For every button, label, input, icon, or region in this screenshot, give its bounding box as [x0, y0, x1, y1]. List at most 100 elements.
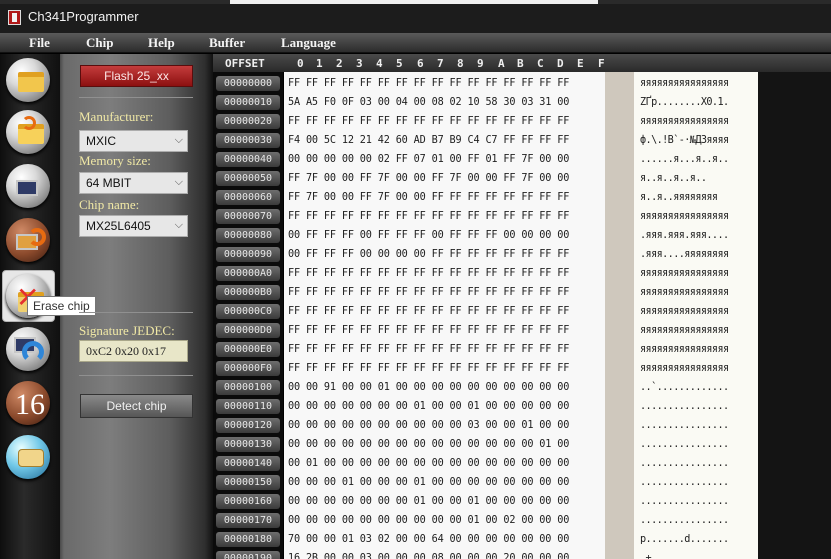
column-header-D: D	[557, 57, 564, 70]
flash-type-button[interactable]: Flash 25_xx	[80, 65, 193, 87]
menu-file[interactable]: File	[29, 35, 50, 51]
hex-row[interactable]: FF FF FF FF FF FF FF FF FF FF FF FF FF F…	[288, 209, 608, 224]
ascii-row[interactable]: яяяяяяяяяяяяяяяя	[640, 342, 758, 357]
manufacturer-select[interactable]: MXIC ⌵	[79, 130, 188, 152]
offset-cell: 00000100	[216, 380, 280, 395]
hex-row[interactable]: FF FF FF FF FF FF FF FF FF FF FF FF FF F…	[288, 304, 608, 319]
ascii-row[interactable]: яяяяяяяяяяяяяяяя	[640, 361, 758, 376]
column-header-B: B	[517, 57, 524, 70]
hex-row[interactable]: 00 00 00 00 00 00 00 00 00 00 03 00 00 0…	[288, 418, 608, 433]
hex-row[interactable]: 70 00 00 01 03 02 00 00 64 00 00 00 00 0…	[288, 532, 608, 547]
column-header-9: 9	[477, 57, 484, 70]
column-header-2: 2	[336, 57, 343, 70]
hex-row[interactable]: 16 2B 00 00 03 00 00 00 08 00 00 00 20 0…	[288, 551, 608, 559]
menu-buffer[interactable]: Buffer	[209, 35, 245, 51]
hex-row[interactable]: 00 01 00 00 00 00 00 00 00 00 00 00 00 0…	[288, 456, 608, 471]
divider	[79, 97, 193, 98]
ascii-row[interactable]: ф.\.!B`-·№ДЗяяяя	[640, 133, 758, 148]
hex-row[interactable]: 00 00 00 00 00 00 00 01 00 00 01 00 00 0…	[288, 399, 608, 414]
hex-row[interactable]: FF FF FF FF FF FF FF FF FF FF FF FF FF F…	[288, 76, 608, 91]
ascii-row[interactable]: ZҐр........X0.1.	[640, 95, 758, 110]
ascii-row[interactable]: яяяяяяяяяяяяяяяя	[640, 76, 758, 91]
ascii-row[interactable]: p.......d.......	[640, 532, 758, 547]
divider	[79, 375, 193, 376]
chip-name-label: Chip name:	[79, 197, 140, 212]
ascii-row[interactable]: яяяяяяяяяяяяяяяя	[640, 285, 758, 300]
ascii-row[interactable]: ................	[640, 456, 758, 471]
offset-cell: 000000C0	[216, 304, 280, 319]
ascii-row[interactable]: яяяяяяяяяяяяяяяя	[640, 114, 758, 129]
hex-row[interactable]: 00 00 00 00 00 02 FF 07 01 00 FF 01 FF 7…	[288, 152, 608, 167]
hex-row[interactable]: FF FF FF FF FF FF FF FF FF FF FF FF FF F…	[288, 323, 608, 338]
ascii-row[interactable]: ................	[640, 494, 758, 509]
menu-help[interactable]: Help	[148, 35, 175, 51]
ascii-row[interactable]: яяяяяяяяяяяяяяяя	[640, 266, 758, 281]
hex-row[interactable]: FF FF FF FF FF FF FF FF FF FF FF FF FF F…	[288, 266, 608, 281]
read-chip-button[interactable]	[4, 162, 52, 210]
offset-cell: 00000160	[216, 494, 280, 509]
ascii-row[interactable]: яяяяяяяяяяяяяяяя	[640, 209, 758, 224]
manufacturer-value: MXIC	[86, 134, 116, 148]
app-icon	[8, 10, 21, 25]
ascii-row[interactable]: ......я...я..я..	[640, 152, 758, 167]
menu-language[interactable]: Language	[281, 35, 336, 51]
column-header-7: 7	[437, 57, 444, 70]
detect-chip-button[interactable]: Detect chip	[80, 394, 193, 418]
ascii-row[interactable]: .яяя....яяяяяяяя	[640, 247, 758, 262]
hex-separator	[605, 72, 634, 559]
ascii-row[interactable]: ................	[640, 399, 758, 414]
hex-row[interactable]: 00 00 00 00 00 00 00 00 00 00 00 00 00 0…	[288, 437, 608, 452]
hex-row[interactable]: 00 00 00 00 00 00 00 00 00 00 01 00 02 0…	[288, 513, 608, 528]
manufacturer-label: Manufacturer:	[79, 109, 154, 124]
offset-cell: 00000020	[216, 114, 280, 129]
ascii-row[interactable]: яяяяяяяяяяяяяяяя	[640, 323, 758, 338]
offset-cell: 000000D0	[216, 323, 280, 338]
hex-row[interactable]: FF FF FF FF FF FF FF FF FF FF FF FF FF F…	[288, 342, 608, 357]
hex-row[interactable]: F4 00 5C 12 21 42 60 AD B7 B9 C4 C7 FF F…	[288, 133, 608, 148]
offset-cell: 00000180	[216, 532, 280, 547]
ascii-row[interactable]: ................	[640, 513, 758, 528]
script-button[interactable]	[4, 433, 52, 481]
divider	[79, 312, 193, 313]
offset-cell: 00000090	[216, 247, 280, 262]
hex-row[interactable]: FF 7F 00 00 FF 7F 00 00 FF FF FF FF FF F…	[288, 190, 608, 205]
window-title: Ch341Programmer	[28, 9, 139, 24]
hex-row[interactable]: FF FF FF FF FF FF FF FF FF FF FF FF FF F…	[288, 114, 608, 129]
ascii-row[interactable]: ................	[640, 437, 758, 452]
offset-cell: 00000130	[216, 437, 280, 452]
hex-mode-button[interactable]: 16	[4, 379, 52, 427]
column-header-0: 0	[297, 57, 304, 70]
memory-size-select[interactable]: 64 MBIT ⌵	[79, 172, 188, 194]
ascii-row[interactable]: ................	[640, 475, 758, 490]
hex-row[interactable]: 00 00 00 01 00 00 00 01 00 00 00 00 00 0…	[288, 475, 608, 490]
hex-row[interactable]: 00 FF FF FF 00 FF FF FF 00 FF FF FF 00 0…	[288, 228, 608, 243]
read-chip-icon	[6, 164, 50, 208]
verify-chip-button[interactable]	[4, 325, 52, 373]
ascii-row[interactable]: я..я..яяяяяяяя	[640, 190, 758, 205]
column-header-A: A	[498, 57, 505, 70]
ascii-row[interactable]: ..`.............	[640, 380, 758, 395]
hex-row[interactable]: 00 FF FF FF 00 00 00 00 FF FF FF FF FF F…	[288, 247, 608, 262]
open-file-button[interactable]	[4, 56, 52, 104]
hex-row[interactable]: 00 00 00 00 00 00 00 01 00 00 01 00 00 0…	[288, 494, 608, 509]
chip-name-select[interactable]: MX25L6405 ⌵	[79, 215, 188, 237]
offset-cell: 000000A0	[216, 266, 280, 281]
ascii-row[interactable]: яяяяяяяяяяяяяяяя	[640, 304, 758, 319]
ascii-row[interactable]: .+..............	[640, 551, 758, 559]
offset-cell: 00000170	[216, 513, 280, 528]
column-header-C: C	[537, 57, 544, 70]
hex-row[interactable]: FF FF FF FF FF FF FF FF FF FF FF FF FF F…	[288, 285, 608, 300]
hex-row[interactable]: FF FF FF FF FF FF FF FF FF FF FF FF FF F…	[288, 361, 608, 376]
write-chip-button[interactable]	[4, 216, 52, 264]
ascii-row[interactable]: .яяя.яяя.яяя....	[640, 228, 758, 243]
menu-chip[interactable]: Chip	[86, 35, 113, 51]
hex-row[interactable]: 00 00 91 00 00 01 00 00 00 00 00 00 00 0…	[288, 380, 608, 395]
offset-cell: 00000060	[216, 190, 280, 205]
ascii-row[interactable]: я..я..я..я..	[640, 171, 758, 186]
offset-cell: 00000080	[216, 228, 280, 243]
menu-bar: File Chip Help Buffer Language	[0, 33, 831, 53]
save-file-button[interactable]	[4, 108, 52, 156]
ascii-row[interactable]: ................	[640, 418, 758, 433]
hex-row[interactable]: FF 7F 00 00 FF 7F 00 00 FF 7F 00 00 FF 7…	[288, 171, 608, 186]
hex-row[interactable]: 5A A5 F0 0F 03 00 04 00 08 02 10 58 30 0…	[288, 95, 608, 110]
